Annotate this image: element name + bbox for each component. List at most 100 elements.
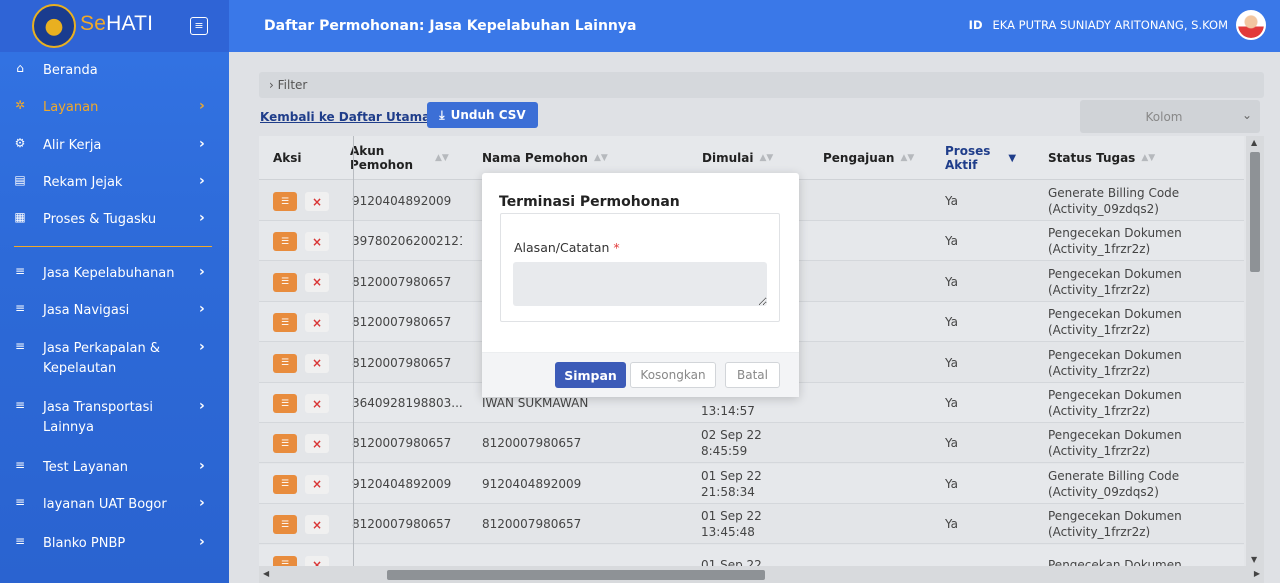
cell-status-text: Pengecekan Dokumen (Activity_1frzr2z) (1048, 347, 1182, 379)
cell-status-text: Pengecekan Dokumen (Activity_1frzr2z) (1048, 508, 1182, 540)
chevron-right-icon: › (199, 173, 205, 189)
filter-label: Filter (277, 78, 308, 92)
close-icon[interactable]: × (305, 313, 329, 333)
cell-proses-aktif: Ya (945, 355, 959, 370)
detail-icon[interactable]: ☰ (273, 192, 297, 211)
cell-status-text: Pengecekan Dokumen (Activity_1frzr2z) (1048, 266, 1182, 298)
cell-status-text: Generate Billing Code (Activity_09zdqs2) (1048, 468, 1179, 500)
cell-dimulai-line2: 13:14:57 (701, 404, 755, 418)
table-row[interactable]: ☰ × 8120007980657 8120007980657 01 Sep 22 13:… (259, 504, 1244, 545)
close-icon[interactable]: × (305, 474, 329, 494)
frozen-column-divider (353, 136, 354, 566)
table-row[interactable]: ☰ × 9120404892009 9120404892009 01 Sep 22 21:… (259, 463, 1244, 504)
cell-status: Generate Billing Code (Activity_09zdqs2) (1048, 181, 1179, 221)
brand-name: SeHATI (80, 12, 153, 36)
scroll-right-icon[interactable]: ▶ (1254, 569, 1260, 578)
cell-status: Pengecekan Dokumen (Activity_1frzr2z) (1048, 343, 1182, 383)
cell-proses-aktif: Ya (945, 194, 959, 208)
brand-hati: HATI (106, 12, 154, 35)
detail-icon[interactable]: ☰ (273, 394, 297, 413)
cell-akun: 8120007980657 (352, 436, 452, 451)
vertical-scroll-thumb[interactable] (1250, 152, 1260, 272)
cell-status-line2: (Activity_09zdqs2) (1048, 202, 1159, 216)
header-akun[interactable]: Akun Pemohon ▲▼ (350, 136, 460, 180)
detail-icon[interactable]: ☰ (273, 232, 297, 252)
table-row[interactable]: ☰ × 8120007980657 8120007980657 02 Sep 22 8:4… (259, 423, 1244, 464)
sidebar-item-label: Proses & Tugasku (43, 212, 157, 227)
detail-icon[interactable]: ☰ (273, 353, 297, 373)
detail-icon[interactable]: ☰ (273, 272, 297, 292)
close-icon[interactable]: × (305, 272, 329, 292)
scroll-up-icon[interactable]: ▲ (1251, 138, 1257, 147)
clear-button[interactable]: Kosongkan (630, 362, 716, 388)
sort-icon: ▲▼ (759, 153, 774, 163)
download-csv-button[interactable]: ⤓ Unduh CSV (427, 102, 538, 128)
sidebar-item-label: Blanko PNBP (43, 536, 126, 551)
scroll-left-icon[interactable]: ◀ (263, 569, 269, 578)
back-to-main-link[interactable]: Kembali ke Daftar Utama (260, 110, 430, 124)
menu-toggle-icon[interactable]: ≡ (190, 17, 208, 35)
grid-icon: ≡ (14, 339, 26, 353)
vertical-scrollbar[interactable]: ▲ ▼ (1246, 136, 1264, 566)
chevron-right-icon: › (199, 495, 205, 511)
cell-nama: 8120007980657 (482, 517, 582, 532)
header-pengajuan[interactable]: Pengajuan ▲▼ (823, 136, 914, 180)
cancel-button[interactable]: Batal (725, 362, 780, 388)
cell-status-line2: (Activity_1frzr2z) (1048, 444, 1151, 459)
modal-form-box: Alasan/Catatan * (500, 213, 780, 322)
download-csv-label: Unduh CSV (450, 108, 526, 122)
scroll-down-icon[interactable]: ▼ (1251, 555, 1257, 564)
user-name[interactable]: EKA PUTRA SUNIADY ARITONANG, S.KOM (993, 18, 1229, 32)
required-mark: * (613, 240, 620, 255)
close-icon[interactable]: × (305, 353, 329, 373)
avatar-face (1238, 12, 1264, 38)
globe-logo-icon: ● (32, 4, 76, 48)
avatar[interactable] (1236, 10, 1266, 40)
cell-proses-aktif: Ya (945, 315, 959, 330)
header-proses-aktif[interactable]: Proses Aktif ▼ (945, 136, 1016, 180)
cell-status: Generate Billing Code (Activity_09zdqs2) (1048, 464, 1179, 504)
cell-status-line1: Generate Billing Code (1048, 468, 1180, 483)
cell-akun: 9120404892009 (352, 194, 452, 208)
close-icon[interactable]: × (305, 232, 329, 252)
close-icon[interactable]: × (305, 192, 329, 211)
horizontal-scrollbar[interactable]: ◀ ▶ (259, 566, 1264, 583)
filter-toggle[interactable]: › Filter (259, 72, 1264, 98)
header-status[interactable]: Status Tugas ▲▼ (1048, 136, 1155, 180)
cell-status-line1: Pengecekan Dokumen (1048, 226, 1182, 241)
detail-icon[interactable]: ☰ (273, 313, 297, 333)
cell-status-line2: (Activity_1frzr2z) (1048, 404, 1151, 418)
sidebar-divider (14, 246, 212, 247)
cell-akun: 3978020620021217 (352, 234, 462, 249)
language-switch[interactable]: ID (969, 18, 983, 32)
detail-icon[interactable]: ☰ (273, 474, 297, 494)
horizontal-scroll-thumb[interactable] (387, 570, 765, 580)
chevron-right-icon: › (199, 98, 205, 114)
column-select[interactable]: Kolom ⌄ (1080, 100, 1260, 133)
cell-proses-aktif: Ya (945, 234, 959, 249)
cell-proses-aktif: Ya (945, 274, 959, 289)
header-aksi: Aksi (273, 136, 302, 180)
page-title: Daftar Permohonan: Jasa Kepelabuhan Lain… (264, 18, 637, 34)
chevron-right-icon: › (199, 534, 205, 550)
close-icon[interactable]: × (305, 394, 329, 413)
reason-textarea[interactable] (513, 262, 767, 306)
save-button[interactable]: Simpan (555, 362, 626, 388)
header-proses-line1: Proses (945, 144, 991, 158)
sidebar-item-label-line2: Kepelautan (43, 361, 117, 376)
cell-dimulai: 01 Sep 22 21:58:34 (701, 464, 762, 504)
header-nama-label: Nama Pemohon (482, 151, 588, 165)
cell-akun: 8120007980657 (352, 517, 452, 532)
sidebar-item-label-line2: Lainnya (43, 420, 94, 435)
detail-icon[interactable]: ☰ (273, 515, 297, 535)
chevron-right-icon: › (269, 78, 274, 92)
cell-status-line2: (Activity_1frzr2z) (1048, 242, 1151, 257)
close-icon[interactable]: × (305, 515, 329, 535)
chevron-right-icon: › (199, 210, 205, 226)
detail-icon[interactable]: ☰ (273, 434, 297, 454)
cell-dimulai-text: 01 Sep 22 21:58:34 (701, 468, 762, 500)
close-icon[interactable]: × (305, 434, 329, 454)
cell-status: Pengecekan Dokumen (Activity_1frzr2z) (1048, 504, 1182, 544)
cell-status-line2: (Activity_1frzr2z) (1048, 323, 1151, 338)
column-select-value: Kolom (1145, 109, 1183, 124)
